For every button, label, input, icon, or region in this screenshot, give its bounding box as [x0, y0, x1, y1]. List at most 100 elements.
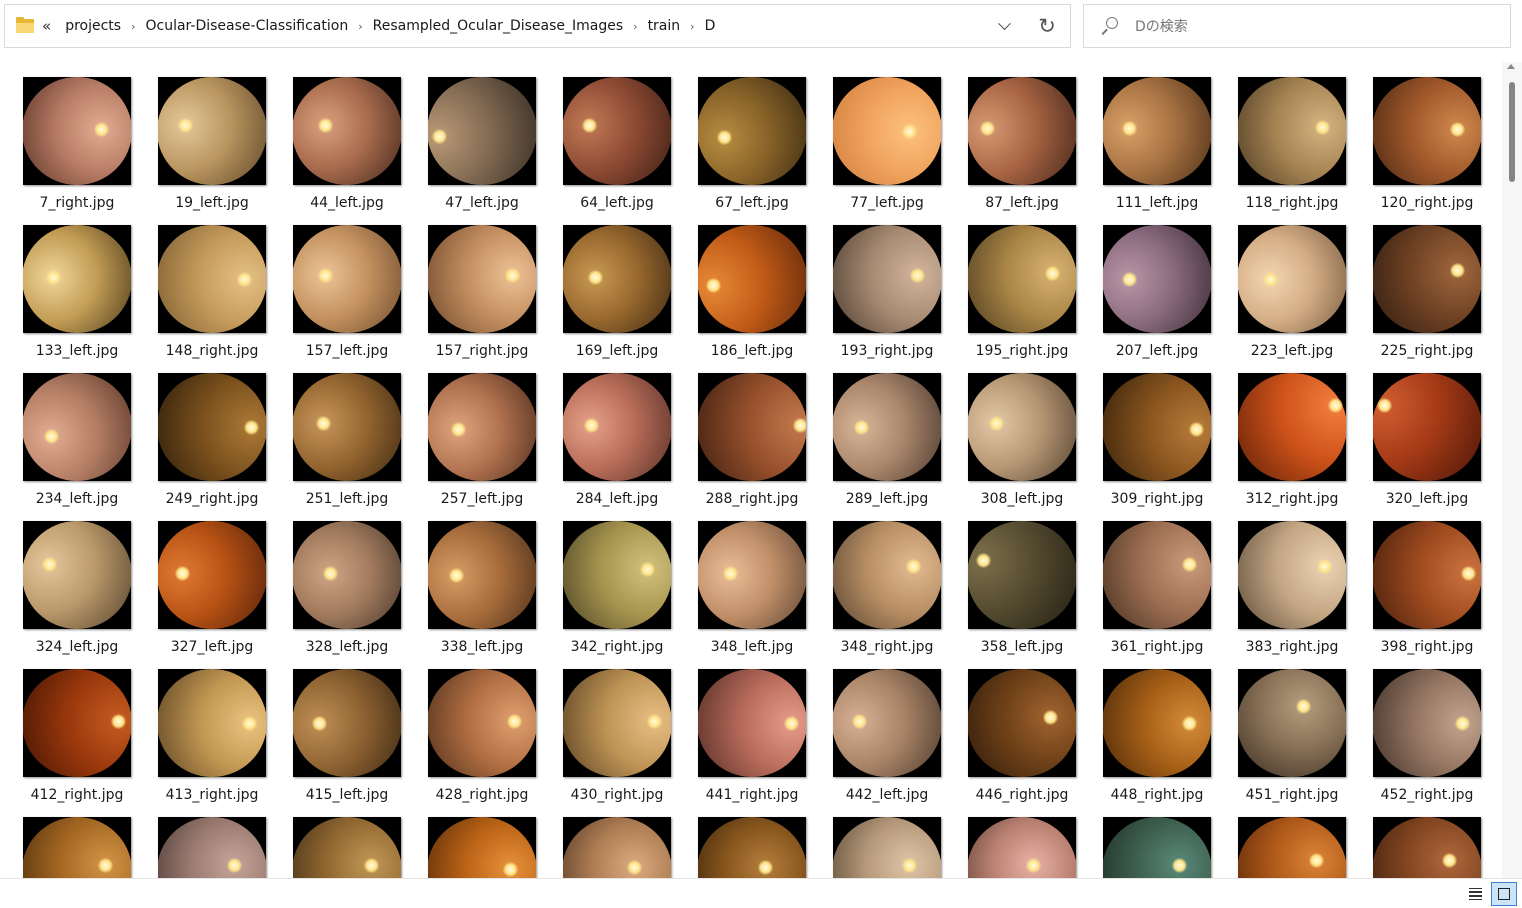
file-item[interactable]: 342_right.jpg	[548, 505, 683, 655]
file-item[interactable]: 428_right.jpg	[413, 653, 548, 803]
file-item[interactable]: 234_left.jpg	[8, 357, 143, 507]
scroll-up-icon[interactable]	[1507, 64, 1515, 69]
file-item[interactable]: 446_right.jpg	[953, 653, 1088, 803]
file-item[interactable]: 398_right.jpg	[1358, 505, 1493, 655]
file-item[interactable]: 67_left.jpg	[683, 61, 818, 211]
file-item[interactable]: 383_right.jpg	[1223, 505, 1358, 655]
file-item[interactable]: 169_left.jpg	[548, 209, 683, 359]
file-item[interactable]: 111_left.jpg	[1088, 61, 1223, 211]
file-item[interactable]	[683, 801, 818, 878]
file-item[interactable]: 87_left.jpg	[953, 61, 1088, 211]
file-list[interactable]: 7_right.jpg 19_left.jpg 44_left.jpg 47_left…	[0, 52, 1500, 878]
file-item[interactable]: 225_right.jpg	[1358, 209, 1493, 359]
breadcrumb-resampled-images[interactable]: Resampled_Ocular_Disease_Images	[369, 18, 628, 34]
file-item[interactable]	[143, 801, 278, 878]
file-item[interactable]	[1088, 801, 1223, 878]
optic-disc	[976, 552, 992, 568]
retina-image	[698, 817, 806, 878]
file-item[interactable]	[413, 801, 548, 878]
file-item[interactable]: 118_right.jpg	[1223, 61, 1358, 211]
optic-disc	[646, 713, 662, 729]
file-item[interactable]: 186_left.jpg	[683, 209, 818, 359]
breadcrumb-d[interactable]: D	[701, 18, 720, 34]
file-item[interactable]: 327_left.jpg	[143, 505, 278, 655]
optic-disc	[1454, 716, 1470, 731]
scrollbar-thumb[interactable]	[1509, 82, 1515, 182]
file-thumbnail	[1373, 373, 1481, 481]
file-item[interactable]: 348_left.jpg	[683, 505, 818, 655]
file-item[interactable]: 412_right.jpg	[8, 653, 143, 803]
file-item[interactable]: 120_right.jpg	[1358, 61, 1493, 211]
file-item[interactable]: 257_left.jpg	[413, 357, 548, 507]
file-item[interactable]: 193_right.jpg	[818, 209, 953, 359]
breadcrumb-projects[interactable]: projects	[61, 18, 125, 34]
file-item[interactable]: 361_right.jpg	[1088, 505, 1223, 655]
file-item[interactable]: 348_right.jpg	[818, 505, 953, 655]
file-item[interactable]: 448_right.jpg	[1088, 653, 1223, 803]
file-item[interactable]	[1223, 801, 1358, 878]
file-item[interactable]	[8, 801, 143, 878]
breadcrumb-separator-icon[interactable]: ›	[627, 20, 643, 33]
file-item[interactable]: 195_right.jpg	[953, 209, 1088, 359]
file-item[interactable]: 249_right.jpg	[143, 357, 278, 507]
file-item[interactable]: 47_left.jpg	[413, 61, 548, 211]
retina-image	[1238, 373, 1346, 481]
optic-disc	[178, 117, 193, 133]
file-thumbnail	[968, 521, 1076, 629]
file-item[interactable]: 442_left.jpg	[818, 653, 953, 803]
file-item[interactable]: 441_right.jpg	[683, 653, 818, 803]
search-box[interactable]: Dの検索	[1083, 4, 1511, 48]
breadcrumb-separator-icon[interactable]: ›	[125, 20, 141, 33]
retina-image	[158, 817, 266, 878]
file-item[interactable]: 328_left.jpg	[278, 505, 413, 655]
file-item[interactable]: 452_right.jpg	[1358, 653, 1493, 803]
file-item[interactable]: 312_right.jpg	[1223, 357, 1358, 507]
file-item[interactable]: 289_left.jpg	[818, 357, 953, 507]
file-item[interactable]: 157_right.jpg	[413, 209, 548, 359]
retina-image	[563, 817, 671, 878]
file-item[interactable]: 7_right.jpg	[8, 61, 143, 211]
file-item[interactable]: 148_right.jpg	[143, 209, 278, 359]
address-history-button[interactable]	[984, 5, 1024, 47]
file-item[interactable]: 413_right.jpg	[143, 653, 278, 803]
file-item[interactable]: 19_left.jpg	[143, 61, 278, 211]
file-item[interactable]: 308_left.jpg	[953, 357, 1088, 507]
optic-disc	[1450, 121, 1466, 137]
file-item[interactable]: 324_left.jpg	[8, 505, 143, 655]
breadcrumb-separator-icon[interactable]: ›	[352, 20, 368, 33]
file-item[interactable]: 451_right.jpg	[1223, 653, 1358, 803]
breadcrumb-ocular-disease-classification[interactable]: Ocular-Disease-Classification	[141, 18, 352, 34]
retina-image	[833, 521, 941, 629]
file-item[interactable]: 133_left.jpg	[8, 209, 143, 359]
refresh-button[interactable]: ↻	[1024, 5, 1070, 47]
file-item[interactable]	[953, 801, 1088, 878]
file-item[interactable]: 207_left.jpg	[1088, 209, 1223, 359]
file-item[interactable]	[548, 801, 683, 878]
file-item[interactable]: 338_left.jpg	[413, 505, 548, 655]
file-item[interactable]: 415_left.jpg	[278, 653, 413, 803]
file-item[interactable]: 309_right.jpg	[1088, 357, 1223, 507]
file-item[interactable]: 430_right.jpg	[548, 653, 683, 803]
file-item[interactable]: 358_left.jpg	[953, 505, 1088, 655]
file-item[interactable]: 64_left.jpg	[548, 61, 683, 211]
file-item[interactable]: 44_left.jpg	[278, 61, 413, 211]
file-item[interactable]: 223_left.jpg	[1223, 209, 1358, 359]
details-view-button[interactable]	[1464, 883, 1486, 905]
file-item[interactable]: 77_left.jpg	[818, 61, 953, 211]
file-item[interactable]: 288_right.jpg	[683, 357, 818, 507]
breadcrumb-train[interactable]: train	[644, 18, 685, 34]
file-item[interactable]: 284_left.jpg	[548, 357, 683, 507]
file-item[interactable]: 251_left.jpg	[278, 357, 413, 507]
breadcrumb-separator-icon[interactable]: ›	[684, 20, 700, 33]
file-item[interactable]	[1358, 801, 1493, 878]
retina-image	[1238, 225, 1346, 333]
file-item[interactable]	[818, 801, 953, 878]
address-bar[interactable]: « projects › Ocular-Disease-Classificati…	[4, 4, 1071, 48]
file-item[interactable]: 157_left.jpg	[278, 209, 413, 359]
breadcrumb-overflow-icon[interactable]: «	[42, 18, 51, 34]
file-item[interactable]: 320_left.jpg	[1358, 357, 1493, 507]
file-item[interactable]	[278, 801, 413, 878]
vertical-scrollbar[interactable]	[1502, 62, 1522, 878]
search-input[interactable]: Dの検索	[1135, 16, 1188, 36]
large-icons-view-button[interactable]	[1491, 882, 1517, 906]
